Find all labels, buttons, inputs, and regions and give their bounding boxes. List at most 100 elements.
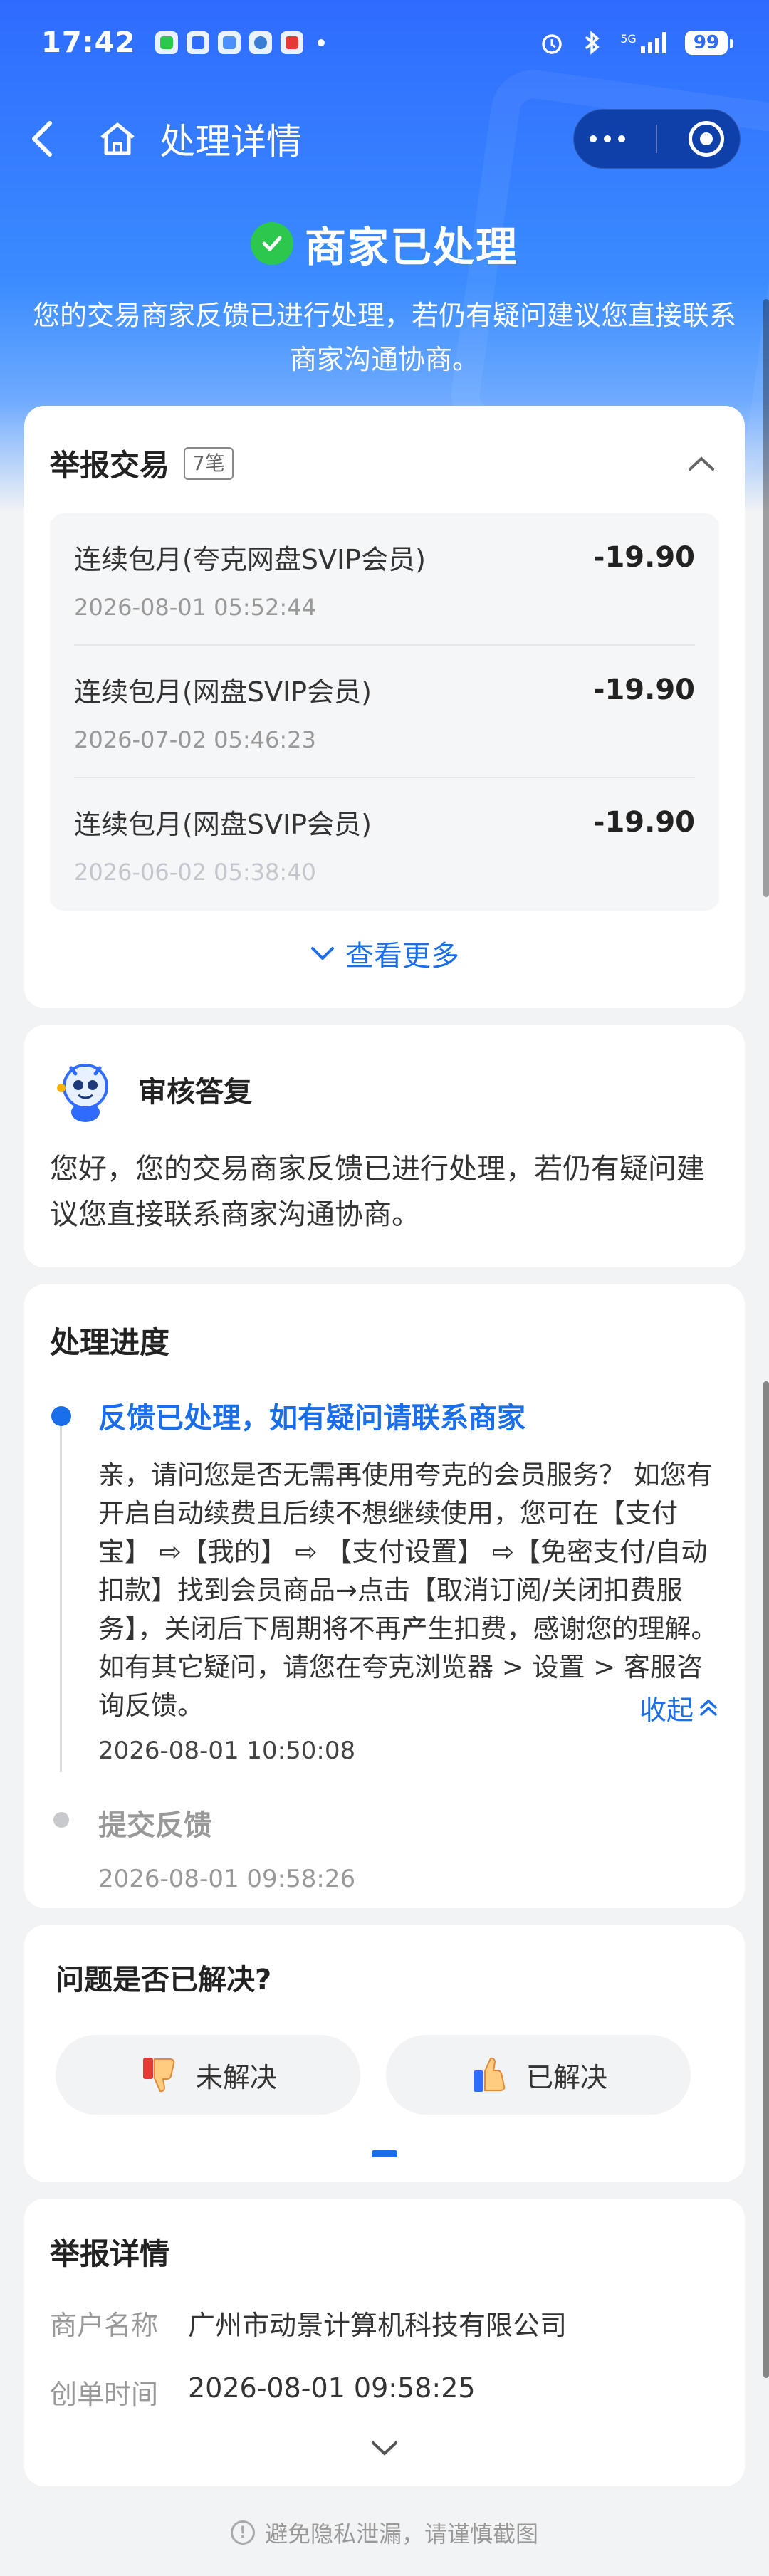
chevron-down-icon bbox=[311, 947, 334, 960]
status-time: 17:42 bbox=[41, 26, 136, 59]
status-line: 商家已处理 bbox=[250, 214, 518, 273]
detail-label: 创单时间 bbox=[50, 2379, 159, 2410]
review-text: 您好，您的交易商家反馈已进行处理，若仍有疑问建议您直接联系商家沟通协商。 bbox=[50, 1153, 705, 1231]
unresolved-button[interactable]: 未解决 bbox=[56, 2035, 360, 2115]
trade-amount: -19.90 bbox=[592, 673, 695, 706]
step-title: 反馈已处理，如有疑问请联系商家 bbox=[98, 1402, 525, 1435]
chevron-left-icon bbox=[32, 121, 52, 157]
status-indicators: 5G 99 bbox=[539, 30, 734, 56]
more-notifications-icon bbox=[318, 39, 325, 46]
double-chevron-up-icon bbox=[700, 1699, 717, 1716]
feedback-question: 问题是否已解决? bbox=[56, 1964, 272, 1996]
trade-amount: -19.90 bbox=[592, 805, 695, 839]
detail-value: 广州市动景计算机科技有限公司 bbox=[188, 2310, 567, 2341]
unresolved-label: 未解决 bbox=[195, 2061, 277, 2093]
step-title: 提交反馈 bbox=[98, 1809, 212, 1842]
scrollbar-track[interactable] bbox=[763, 299, 769, 897]
info-icon: ! bbox=[230, 2520, 255, 2545]
step-content: 亲，请问您是否无需再使用夸克的会员服务？ 如您有开启自动续费且后续不想继续使用，… bbox=[98, 1460, 718, 1721]
trade-card-header[interactable]: 举报交易 7笔 bbox=[50, 441, 719, 485]
trade-list: 连续包月(夸克网盘SVIP会员) -19.90 2026-08-01 05:52… bbox=[50, 513, 719, 911]
wechat-icon bbox=[155, 31, 179, 54]
trade-amount: -19.90 bbox=[592, 540, 695, 574]
chevron-down-icon bbox=[372, 2441, 397, 2456]
detail-value: 2026-08-01 09:58:25 bbox=[188, 2372, 476, 2404]
app-icon bbox=[218, 31, 241, 54]
see-more-button[interactable]: 查看更多 bbox=[50, 911, 719, 996]
hero-status: 商家已处理 您的交易商家反馈已进行处理，若仍有疑问建议您直接联系商家沟通协商。 bbox=[0, 214, 769, 382]
details-title: 举报详情 bbox=[50, 2236, 170, 2271]
report-details-card: 举报详情 商户名称 广州市动景计算机科技有限公司 创单时间 2026-08-01… bbox=[24, 2199, 745, 2486]
trade-time: 2026-07-02 05:46:23 bbox=[74, 726, 316, 753]
collapse-trades-button[interactable] bbox=[684, 446, 719, 481]
timeline-step: 提交反馈 2026-08-01 09:58:26 bbox=[50, 1802, 719, 1893]
privacy-notice: ! 避免隐私泄漏，请谨慎截图 bbox=[0, 2516, 769, 2549]
review-header: 审核答复 bbox=[50, 1054, 719, 1125]
alarm-icon bbox=[542, 34, 562, 54]
detail-row-created: 创单时间 2026-08-01 09:58:25 bbox=[50, 2372, 719, 2412]
battery-indicator: 99 bbox=[684, 31, 734, 55]
processing-progress-card: 处理进度 反馈已处理，如有疑问请联系商家 亲，请问您是否无需再使用夸克的会员服务… bbox=[24, 1284, 745, 1908]
more-options-button[interactable] bbox=[589, 135, 625, 142]
timeline-step: 反馈已处理，如有疑问请联系商家 亲，请问您是否无需再使用夸克的会员服务？ 如您有… bbox=[50, 1395, 719, 1765]
trade-count-badge: 7笔 bbox=[184, 446, 234, 480]
bluetooth-icon bbox=[585, 31, 600, 55]
navigation-bar: 处理详情 bbox=[0, 93, 769, 185]
trade-item[interactable]: 连续包月(网盘SVIP会员) -19.90 2026-07-02 05:46:2… bbox=[74, 646, 695, 778]
trade-time: 2026-08-01 05:52:44 bbox=[74, 594, 316, 621]
resolved-label: 已解决 bbox=[525, 2061, 607, 2093]
trade-name: 连续包月(网盘SVIP会员) bbox=[74, 809, 372, 840]
trade-row: 连续包月(夸克网盘SVIP会员) -19.90 bbox=[74, 538, 695, 577]
reported-trades-card: 举报交易 7笔 连续包月(夸克网盘SVIP会员) -19.90 2026-08-… bbox=[24, 406, 745, 1008]
collapse-content-button[interactable]: 收起 bbox=[639, 1688, 719, 1727]
step-time-row: 2026-08-01 09:58:26 bbox=[98, 1865, 719, 1893]
app-icon bbox=[249, 31, 273, 54]
step-time-row: 2026-08-01 10:50:08 bbox=[98, 1737, 719, 1765]
expand-details-button[interactable] bbox=[50, 2440, 719, 2457]
privacy-notice-text: 避免隐私泄漏，请谨慎截图 bbox=[264, 2520, 538, 2548]
detail-row-merchant: 商户名称 广州市动景计算机科技有限公司 bbox=[50, 2303, 719, 2342]
capsule-divider bbox=[656, 125, 658, 153]
page-title: 处理详情 bbox=[159, 121, 302, 162]
page-indicator bbox=[372, 2150, 397, 2157]
check-circle-icon bbox=[250, 222, 293, 265]
trade-name: 连续包月(网盘SVIP会员) bbox=[74, 676, 372, 708]
resolved-button[interactable]: 已解决 bbox=[386, 2035, 691, 2115]
thumbs-up-icon bbox=[473, 2057, 506, 2092]
step-time: 2026-08-01 09:58:26 bbox=[98, 1865, 356, 1893]
see-more-label: 查看更多 bbox=[345, 940, 459, 973]
progress-timeline: 反馈已处理，如有疑问请联系商家 亲，请问您是否无需再使用夸克的会员服务？ 如您有… bbox=[50, 1395, 719, 1893]
collapse-label: 收起 bbox=[639, 1695, 694, 1726]
back-button[interactable] bbox=[28, 117, 64, 160]
scrollbar-thumb[interactable] bbox=[763, 1381, 769, 2378]
trade-item[interactable]: 连续包月(夸克网盘SVIP会员) -19.90 2026-08-01 05:52… bbox=[74, 513, 695, 646]
step-time: 2026-08-01 10:50:08 bbox=[98, 1737, 356, 1765]
progress-title: 处理进度 bbox=[50, 1325, 170, 1360]
trade-time: 2026-06-02 05:38:40 bbox=[74, 859, 316, 886]
timeline-dot-inactive bbox=[53, 1812, 69, 1828]
network-type: 5G bbox=[620, 32, 637, 46]
trade-item[interactable]: 连续包月(网盘SVIP会员) -19.90 2026-06-02 05:38:4… bbox=[74, 778, 695, 911]
thumbs-down-icon bbox=[142, 2058, 175, 2093]
status-bar: 17:42 5G 99 bbox=[0, 0, 769, 85]
app-icon bbox=[187, 31, 210, 54]
timeline-dot-active bbox=[51, 1406, 71, 1426]
feedback-buttons: 未解决 已解决 bbox=[56, 2035, 713, 2115]
review-title: 审核答复 bbox=[138, 1076, 252, 1109]
home-button[interactable] bbox=[93, 117, 142, 160]
resolution-feedback-card: 问题是否已解决? 未解决 已解决 bbox=[24, 1925, 745, 2182]
trade-row: 连续包月(网盘SVIP会员) -19.90 bbox=[74, 670, 695, 709]
trade-row: 连续包月(网盘SVIP会员) -19.90 bbox=[74, 802, 695, 842]
chevron-up-icon bbox=[689, 456, 714, 471]
close-mini-program-button[interactable] bbox=[689, 121, 725, 157]
status-app-icons bbox=[155, 31, 325, 54]
status-title: 商家已处理 bbox=[304, 223, 518, 271]
app-icon bbox=[281, 31, 304, 54]
trade-card-title: 举报交易 bbox=[50, 448, 170, 483]
status-description: 您的交易商家反馈已进行处理，若仍有疑问建议您直接联系商家沟通协商。 bbox=[32, 300, 736, 375]
review-reply-card: 审核答复 您好，您的交易商家反馈已进行处理，若仍有疑问建议您直接联系商家沟通协商… bbox=[24, 1025, 745, 1267]
trade-name: 连续包月(夸克网盘SVIP会员) bbox=[74, 544, 426, 575]
mini-program-capsule bbox=[573, 109, 741, 169]
mascot-avatar bbox=[50, 1054, 121, 1125]
home-icon bbox=[100, 122, 135, 155]
